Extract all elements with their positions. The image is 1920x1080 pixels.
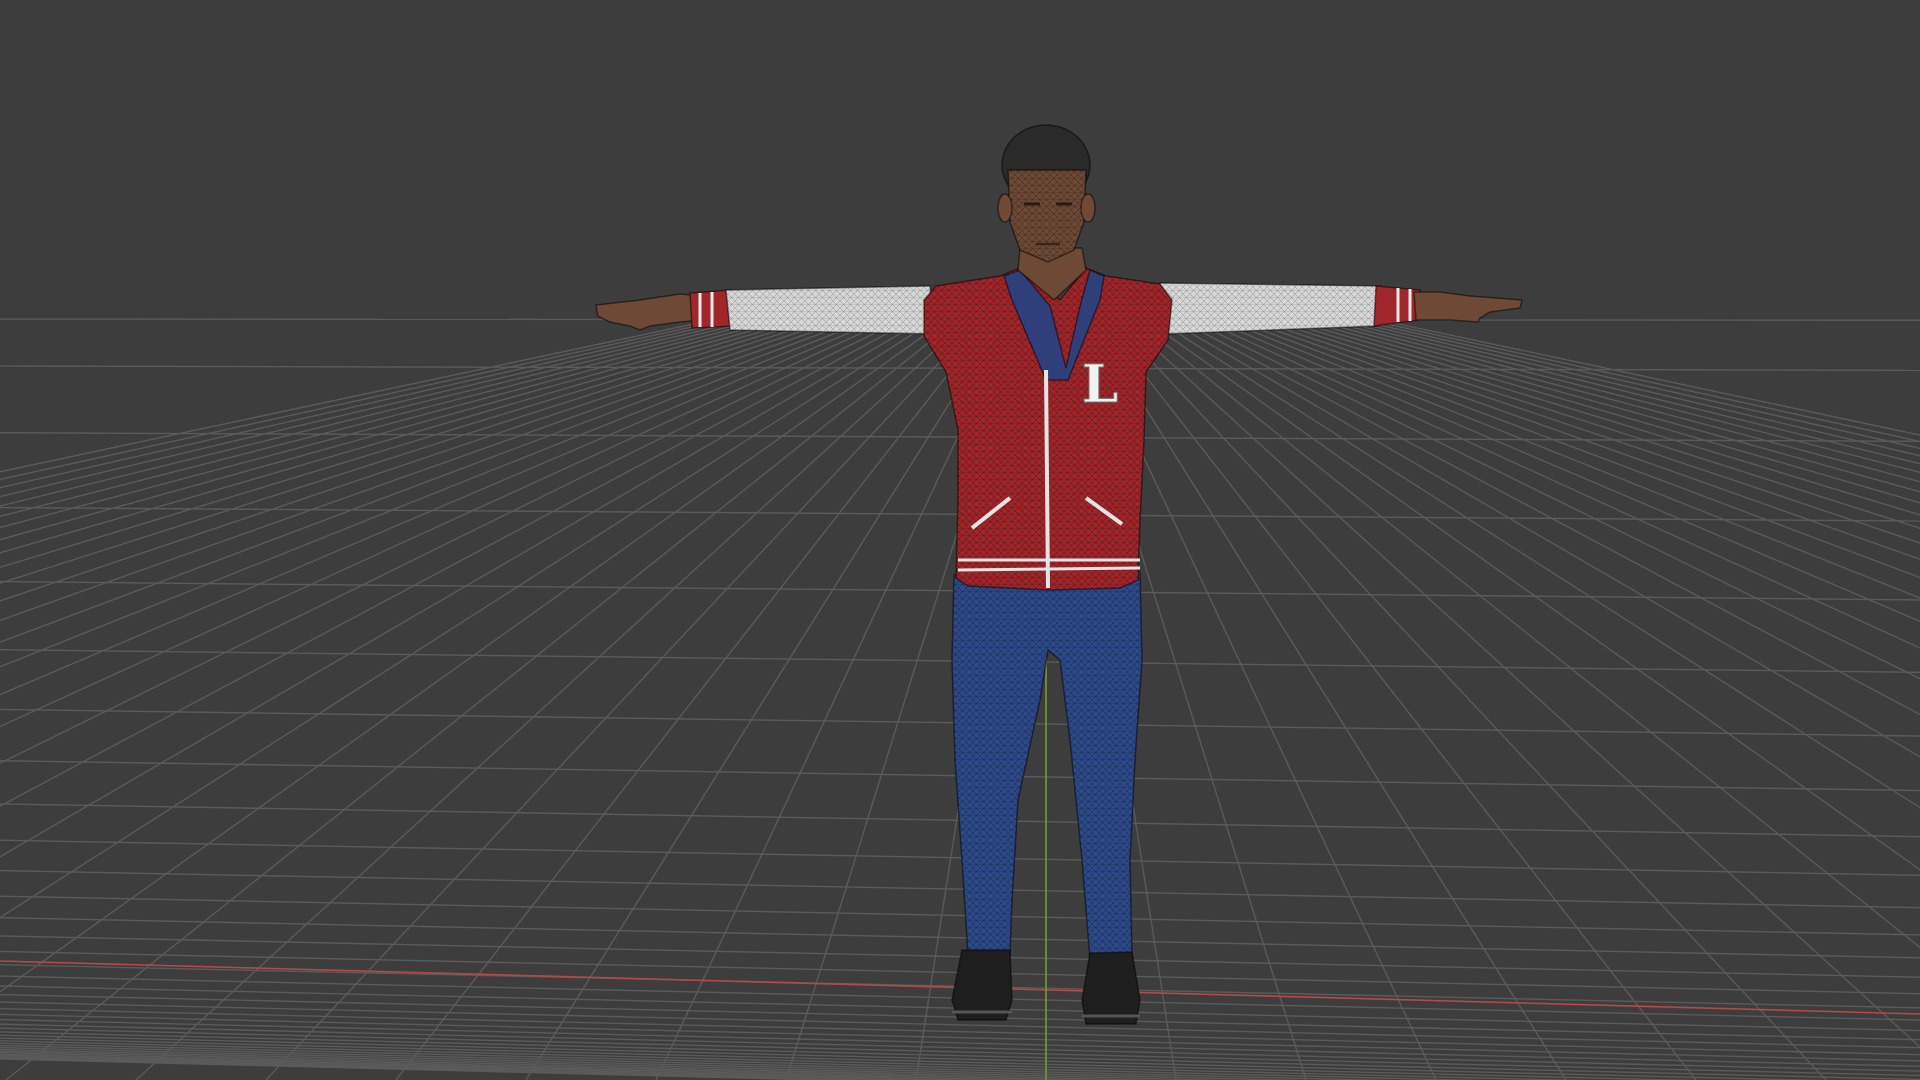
grid-line bbox=[1245, 299, 1920, 474]
grid-line bbox=[0, 1027, 1920, 1077]
grid-line bbox=[0, 299, 911, 643]
head bbox=[997, 124, 1096, 263]
grid-line bbox=[1085, 299, 1697, 1080]
grid-line bbox=[0, 299, 967, 919]
grid-line bbox=[0, 299, 903, 622]
grid-line bbox=[0, 1013, 1920, 1062]
grid-line bbox=[1101, 299, 1920, 1049]
grid-line bbox=[1269, 299, 1920, 450]
right-arm bbox=[1159, 282, 1523, 335]
grid-line bbox=[0, 299, 823, 489]
grid-line bbox=[0, 299, 943, 765]
chest-letter: L bbox=[1082, 354, 1119, 415]
grid-line bbox=[0, 299, 863, 541]
grid-line bbox=[0, 299, 815, 481]
grid-line bbox=[0, 299, 855, 529]
character-model[interactable]: L bbox=[595, 124, 1523, 1025]
grid-line bbox=[0, 299, 927, 696]
grid-line bbox=[135, 299, 991, 1080]
grid-line bbox=[1253, 299, 1920, 465]
grid-line bbox=[0, 299, 871, 554]
grid-line bbox=[0, 299, 847, 518]
left-arm bbox=[595, 285, 936, 335]
grid-line bbox=[0, 299, 807, 473]
3d-viewport[interactable]: L bbox=[0, 0, 1920, 1080]
grid-line bbox=[1229, 299, 1920, 493]
grid-line bbox=[0, 916, 1920, 959]
grid-line bbox=[0, 299, 959, 858]
grid-line bbox=[0, 299, 895, 602]
jacket: L bbox=[923, 267, 1173, 591]
grid-line bbox=[0, 839, 1920, 876]
grid-line bbox=[0, 299, 919, 668]
grid-line bbox=[1213, 299, 1920, 516]
grid-line bbox=[1205, 299, 1920, 529]
grid-line bbox=[0, 299, 951, 807]
grid-line bbox=[0, 299, 839, 507]
grid-line bbox=[1237, 299, 1920, 483]
viewport-scene[interactable]: L bbox=[0, 0, 1920, 1080]
grid-line bbox=[265, 299, 999, 1080]
grid-line bbox=[395, 299, 1007, 1080]
pants bbox=[951, 571, 1143, 961]
grid-line bbox=[1093, 299, 1827, 1080]
